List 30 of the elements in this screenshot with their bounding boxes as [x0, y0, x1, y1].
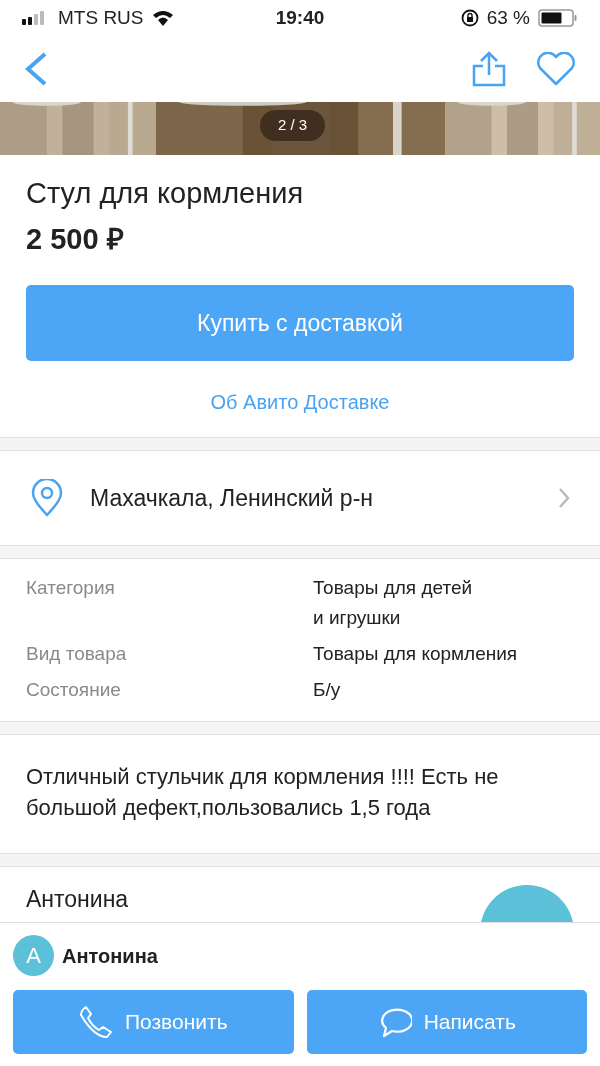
- location-row[interactable]: Махачкала, Ленинский р-н: [0, 451, 600, 545]
- listing-title: Стул для кормления: [26, 176, 305, 211]
- delivery-info-link[interactable]: Об Авито Доставке: [210, 387, 390, 417]
- clock-time: 19:40: [275, 5, 325, 30]
- buy-with-delivery-button[interactable]: Купить с доставкой: [26, 285, 574, 361]
- back-button[interactable]: [24, 52, 48, 86]
- favorite-button[interactable]: [536, 52, 576, 86]
- seller-name: Антонина: [26, 884, 129, 914]
- property-label: Вид товара: [26, 642, 128, 666]
- carrier-name: MTS RUS: [58, 5, 144, 30]
- property-label: Категория: [26, 576, 116, 600]
- phone-icon: [78, 1005, 113, 1039]
- battery-percent: 63 %: [486, 5, 530, 30]
- property-value: Товары для детей и игрушки: [313, 576, 474, 630]
- share-button[interactable]: [472, 51, 506, 87]
- listing-price: 2 500 ₽: [26, 222, 125, 257]
- avatar-letter: А: [13, 935, 54, 976]
- property-value: Б/у: [313, 678, 342, 702]
- battery-icon: [538, 9, 578, 27]
- message-button[interactable]: Написать: [306, 990, 587, 1054]
- location-pin-icon: [30, 479, 64, 517]
- rotation-lock-icon: [460, 9, 479, 27]
- chevron-right-icon: [558, 487, 570, 509]
- property-label: Состояние: [26, 678, 122, 702]
- call-button[interactable]: Позвонить: [13, 990, 294, 1054]
- bottom-seller-name: Антонина: [62, 943, 158, 969]
- wifi-icon: [151, 10, 174, 26]
- location-text: Махачкала, Ленинский р-н: [90, 483, 374, 513]
- property-value: Товары для кормления: [313, 642, 519, 666]
- description-text: Отличный стульчик для кормления !!!! Есть не большой дефект,пользовались 1,5 года: [26, 763, 500, 822]
